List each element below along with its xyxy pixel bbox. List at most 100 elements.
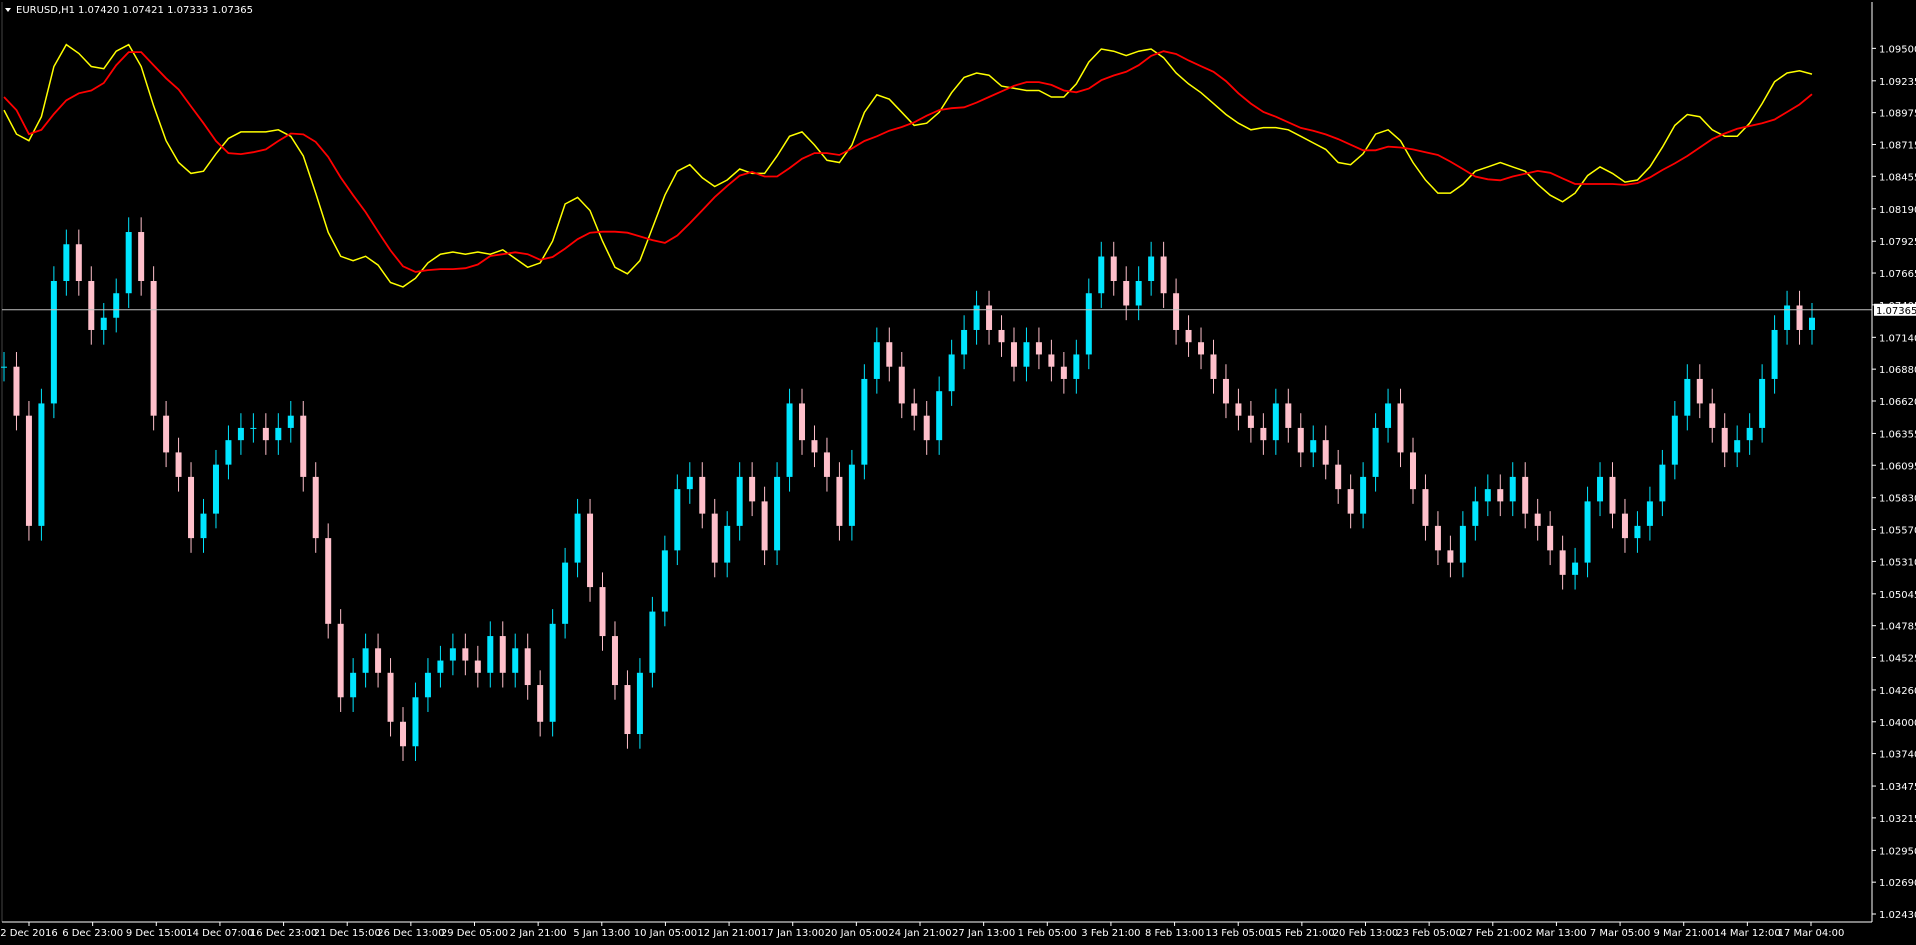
price-tick-label: 1.08190 — [1879, 205, 1916, 216]
time-tick-label: 6 Dec 23:00 — [62, 928, 123, 939]
time-tick-label: 9 Dec 15:00 — [126, 928, 187, 939]
time-tick-label: 23 Feb 05:00 — [1396, 928, 1462, 939]
candle-body — [1609, 476, 1616, 514]
candle-body — [275, 427, 282, 441]
time-tick-label: 20 Jan 05:00 — [825, 928, 888, 939]
candle-body — [686, 476, 693, 490]
candle-body — [1035, 342, 1042, 355]
price-tick-label: 1.06620 — [1879, 397, 1916, 408]
price-tick-label: 1.04260 — [1879, 686, 1916, 697]
symbol-label: EURUSD,H1 — [16, 5, 75, 16]
candle-body — [574, 513, 581, 563]
candle-body — [1010, 342, 1017, 367]
price-tick-label: 1.05045 — [1879, 590, 1916, 601]
candle-body — [948, 354, 955, 392]
price-tick-label: 1.07140 — [1879, 333, 1916, 344]
price-tick-label: 1.04000 — [1879, 718, 1916, 729]
time-tick-label: 21 Dec 15:00 — [314, 928, 381, 939]
candle-body — [150, 280, 157, 416]
ohlc-label: 1.07420 1.07421 1.07333 1.07365 — [78, 5, 253, 16]
candle-body — [387, 672, 394, 722]
chart-header: EURUSD,H1 1.07420 1.07421 1.07333 1.0736… — [5, 5, 253, 16]
candle-body — [936, 391, 943, 441]
candle-body — [1409, 452, 1416, 490]
candle-body — [786, 403, 793, 477]
price-tick-label: 1.02690 — [1879, 878, 1916, 889]
candle-body — [911, 403, 918, 416]
candle-body — [973, 305, 980, 330]
candle-body — [350, 672, 357, 698]
candle-body — [1372, 427, 1379, 477]
candle-body — [699, 476, 706, 514]
candle-body — [998, 329, 1005, 343]
price-chart[interactable]: 1.09500 1.09235 1.08975 1.08715 1.08455 1.081… — [0, 0, 1916, 945]
candle-body — [1397, 403, 1404, 453]
candle-body — [1173, 293, 1180, 330]
time-tick-label: 14 Dec 07:00 — [186, 928, 253, 939]
price-tick-label: 1.04785 — [1879, 622, 1916, 633]
candle-body — [1110, 256, 1117, 281]
candle-body — [1098, 256, 1105, 294]
candle-body — [1048, 354, 1055, 367]
candle-body — [1434, 525, 1441, 551]
price-tick-label: 1.08455 — [1879, 172, 1916, 183]
candle-body — [1472, 501, 1479, 526]
candle-body — [1222, 378, 1229, 404]
candle-body — [1621, 513, 1628, 539]
time-tick-label: 27 Jan 13:00 — [952, 928, 1015, 939]
candle-body — [749, 476, 756, 502]
candle-body — [1796, 305, 1803, 330]
candle-body — [1185, 329, 1192, 343]
candle-body — [811, 440, 818, 453]
candle-body — [1547, 525, 1554, 551]
candle-body — [861, 378, 868, 465]
candle-body — [1210, 354, 1217, 379]
candle-body — [1023, 342, 1030, 367]
candle-body — [1709, 403, 1716, 428]
time-tick-label: 5 Jan 13:00 — [573, 928, 630, 939]
candle-body — [512, 648, 519, 673]
candle-body — [524, 648, 531, 686]
price-tick-label: 1.02430 — [1879, 910, 1916, 921]
candle-body — [1534, 513, 1541, 526]
candle-body — [1, 366, 7, 368]
candle-body — [1085, 293, 1092, 355]
candle-body — [1447, 550, 1454, 563]
price-tick-label: 1.03215 — [1879, 814, 1916, 825]
candle-body — [362, 648, 369, 673]
time-tick-label: 15 Feb 21:00 — [1269, 928, 1335, 939]
candle-body — [287, 415, 294, 428]
time-tick-label: 13 Feb 05:00 — [1205, 928, 1271, 939]
candle-body — [487, 636, 494, 673]
time-tick-label: 7 Mar 05:00 — [1590, 928, 1650, 939]
price-tick-label: 1.08975 — [1879, 109, 1916, 120]
candle-body — [138, 232, 145, 281]
price-tick-label: 1.06095 — [1879, 461, 1916, 472]
candle-body — [1360, 476, 1367, 514]
candle-body — [636, 672, 643, 735]
candle-body — [400, 721, 407, 747]
time-tick-label: 27 Feb 21:00 — [1460, 928, 1526, 939]
candle-body — [961, 329, 968, 355]
candle-body — [1497, 489, 1504, 502]
time-tick-label: 26 Dec 13:00 — [377, 928, 444, 939]
candle-body — [300, 415, 307, 477]
candle-body — [1671, 415, 1678, 465]
time-tick-label: 17 Jan 13:00 — [761, 928, 824, 939]
candle-body — [1771, 329, 1778, 379]
candle-body — [1734, 440, 1741, 453]
candle-body — [1160, 256, 1167, 294]
candle-body — [1272, 403, 1279, 441]
candle-body — [325, 538, 332, 624]
candle-body — [250, 427, 257, 429]
candle-body — [1659, 464, 1666, 502]
candle-body — [1634, 525, 1641, 539]
time-tick-label: 3 Feb 21:00 — [1081, 928, 1140, 939]
price-tick-label: 1.05570 — [1879, 526, 1916, 537]
candle-body — [848, 464, 855, 526]
candle-body — [1572, 562, 1579, 575]
time-tick-label: 2 Jan 21:00 — [510, 928, 567, 939]
candle-body — [674, 489, 681, 551]
candle-body — [1297, 427, 1304, 453]
candle-body — [1347, 489, 1354, 514]
